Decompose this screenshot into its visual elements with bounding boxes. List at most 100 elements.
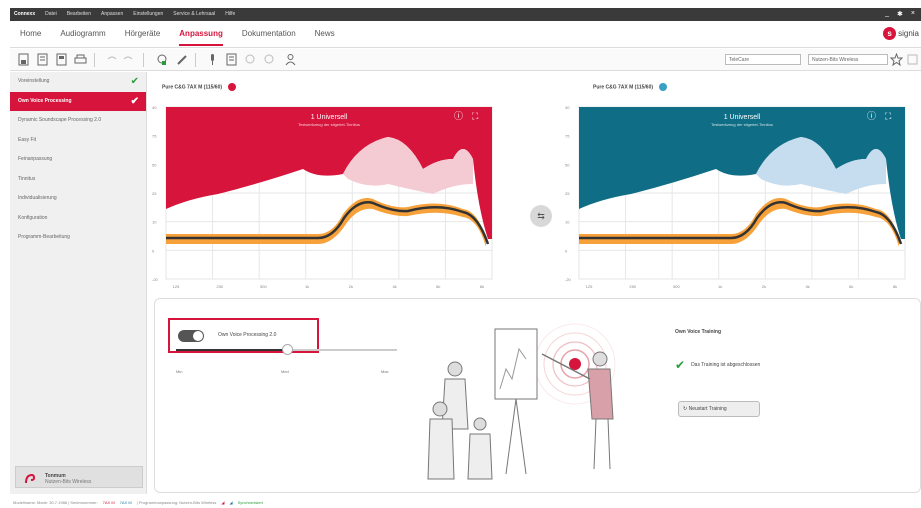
report-icon[interactable] xyxy=(225,53,238,66)
program-select[interactable]: Nutzen-Bits Wireless xyxy=(808,54,888,65)
sidebar-item[interactable]: Own Voice Processing ✔ xyxy=(10,91,146,111)
hearing-aid-icon xyxy=(24,473,36,488)
right-device-label: Pure C&G 7AX M (115/60) xyxy=(593,84,654,91)
arrow-left-icon[interactable] xyxy=(244,53,257,66)
sidebar-item-label: Programm-Bearbeitung xyxy=(18,234,70,240)
mic-icon[interactable] xyxy=(206,53,219,66)
x-tick-label: 6k xyxy=(849,284,853,289)
sidebar-item-label: Easy Fit xyxy=(18,136,37,143)
sidebar-item[interactable]: Feinanpassung xyxy=(10,150,146,170)
tab-audiogramm[interactable]: Audiogramm xyxy=(60,29,105,46)
y-tick-label: 40 xyxy=(152,105,157,110)
slider-knob[interactable] xyxy=(281,344,293,355)
sidebar-item[interactable]: Individualisierung xyxy=(10,189,146,209)
settings-icon[interactable]: ✱ xyxy=(897,10,903,18)
left-gain-chart[interactable]: 40 75 50 25 10 0 -20 125 250 500 1k 2k 4k 6k 8k 1 Unive… xyxy=(148,99,508,299)
x-tick-label: 125 xyxy=(173,284,180,289)
x-tick-label: 1k xyxy=(305,284,309,289)
star-icon[interactable] xyxy=(890,53,903,66)
brand-logo: s signia xyxy=(883,27,919,40)
status-bar: Modellname: Marie: 30.7.1988 | Seriennum… xyxy=(10,496,921,508)
main-content: Pure C&G 7AX M (115/60) 40 75 50 25 10 0 -20 12… xyxy=(148,72,921,494)
toolbar-separator xyxy=(143,53,144,67)
signal-icon: ◢ xyxy=(221,500,225,505)
training-illustration xyxy=(427,323,616,480)
toolbar-separator xyxy=(195,53,196,67)
x-tick-label: 500 xyxy=(673,284,680,289)
menu-einstellungen[interactable]: Einstellungen xyxy=(133,11,163,17)
tab-hoergeraete[interactable]: Hörgeräte xyxy=(125,29,161,46)
ovp-toggle[interactable] xyxy=(178,330,204,342)
main-nav: Home Audiogramm Hörgeräte Anpassung Doku… xyxy=(10,21,921,48)
right-chart-title: Pure C&G 7AX M (115/60) xyxy=(593,83,668,91)
x-tick-label: 250 xyxy=(629,284,636,289)
menu-hilfe[interactable]: Hilfe xyxy=(225,11,235,17)
tab-news[interactable]: News xyxy=(315,29,335,46)
sidebar-item[interactable]: Tinnitus xyxy=(10,170,146,190)
menu-bar: Connexx Datei Bearbeiten Anpassen Einste… xyxy=(14,11,235,17)
expand-icon[interactable]: ⛶ xyxy=(884,111,892,121)
sidebar-item[interactable]: Voreinstellung ✔ xyxy=(10,72,146,92)
slider-label-min: Min xyxy=(176,369,183,374)
info-icon[interactable]: ⓘ xyxy=(867,111,876,121)
restart-training-button[interactable]: ↻ Neustart Training xyxy=(678,401,760,417)
swap-ears-button[interactable]: ⇆ xyxy=(530,205,552,227)
redo-icon[interactable] xyxy=(122,53,135,66)
left-chart-svg[interactable]: 40 75 50 25 10 0 -20 125 250 500 1k 2k 4k 6k 8k 1 Unive… xyxy=(148,99,508,294)
sidebar-item-label: Dynamic Soundscape Processing 2.0 xyxy=(18,117,102,123)
right-chart-svg[interactable]: 40 75 50 25 10 0 -20 125 250 500 1k 2k 4k 6k 8k 1 Unive… xyxy=(561,99,921,294)
x-tick-label: 2k xyxy=(349,284,353,289)
device-indicator[interactable]: Tonmum Nutzen-Bits Wireless xyxy=(15,466,143,488)
arrow-right-icon[interactable] xyxy=(263,53,276,66)
sidebar-item[interactable]: Programm-Bearbeitung xyxy=(10,228,146,248)
training-title: Own Voice Training xyxy=(675,329,722,335)
ovp-strength-slider[interactable] xyxy=(176,344,397,355)
fitting-icon[interactable] xyxy=(156,53,169,66)
program-sublabel: Testwerkzeug der stigeriet-Tinnitus xyxy=(298,122,360,127)
checkmark-icon: ✔ xyxy=(675,358,686,372)
menu-app[interactable]: Connexx xyxy=(14,11,35,17)
person-icon[interactable] xyxy=(284,53,297,66)
tab-home[interactable]: Home xyxy=(20,29,41,46)
x-tick-label: 2k xyxy=(762,284,766,289)
menu-datei[interactable]: Datei xyxy=(45,11,57,17)
telecare-select[interactable]: TeleCare xyxy=(725,54,801,65)
minimize-icon[interactable]: _ xyxy=(885,10,889,18)
title-bar: Connexx Datei Bearbeiten Anpassen Einste… xyxy=(10,8,921,21)
sidebar-item-label: Voreinstellung xyxy=(18,78,50,84)
x-tick-label: 8k xyxy=(480,284,484,289)
info-icon[interactable]: ⓘ xyxy=(454,111,463,121)
tab-anpassung[interactable]: Anpassung xyxy=(179,29,223,46)
expand-icon[interactable]: ⛶ xyxy=(471,111,479,121)
y-tick-label: -20 xyxy=(152,277,159,282)
right-gain-chart[interactable]: 40 75 50 25 10 0 -20 125 250 500 1k 2k 4k 6k 8k 1 Unive… xyxy=(561,99,921,299)
sidebar-item-label: Individualisierung xyxy=(18,195,57,201)
x-tick-label: 6k xyxy=(436,284,440,289)
brand-name: signia xyxy=(898,29,919,38)
menu-service[interactable]: Service & Lehrsaal xyxy=(173,11,215,17)
tab-dokumentation[interactable]: Dokumentation xyxy=(242,29,296,46)
ovp-toggle-label: Own Voice Processing 2.0 xyxy=(218,332,277,338)
y-tick-label: 0 xyxy=(152,248,155,253)
import-icon[interactable] xyxy=(55,53,68,66)
slider-label-max: Max xyxy=(381,369,389,374)
wrench-icon[interactable] xyxy=(176,53,189,66)
close-icon[interactable]: × xyxy=(911,10,915,18)
sidebar-item[interactable]: Dynamic Soundscape Processing 2.0 xyxy=(10,111,146,131)
status-program: | Programmanpassung: Nutzen-Bits Wireles… xyxy=(136,500,217,505)
checkmark-icon: ✔ xyxy=(130,95,139,107)
slider-label-med: Med xyxy=(281,369,289,374)
y-tick-label: 10 xyxy=(152,220,157,225)
save-icon[interactable] xyxy=(17,53,30,66)
sidebar-item[interactable]: Konfiguration xyxy=(10,209,146,229)
window-icon[interactable] xyxy=(906,53,919,66)
print-icon[interactable] xyxy=(74,53,87,66)
open-icon[interactable] xyxy=(36,53,49,66)
status-text: Modellname: Marie: 30.7.1988 | Seriennum… xyxy=(13,500,98,505)
sidebar-item[interactable]: Easy Fit xyxy=(10,131,146,151)
undo-icon[interactable] xyxy=(105,53,118,66)
left-device-label: Pure C&G 7AX M (115/60) xyxy=(162,84,223,91)
status-left-device: 7AX M xyxy=(102,500,115,505)
menu-anpassen[interactable]: Anpassen xyxy=(101,11,123,17)
menu-bearbeiten[interactable]: Bearbeiten xyxy=(67,11,91,17)
